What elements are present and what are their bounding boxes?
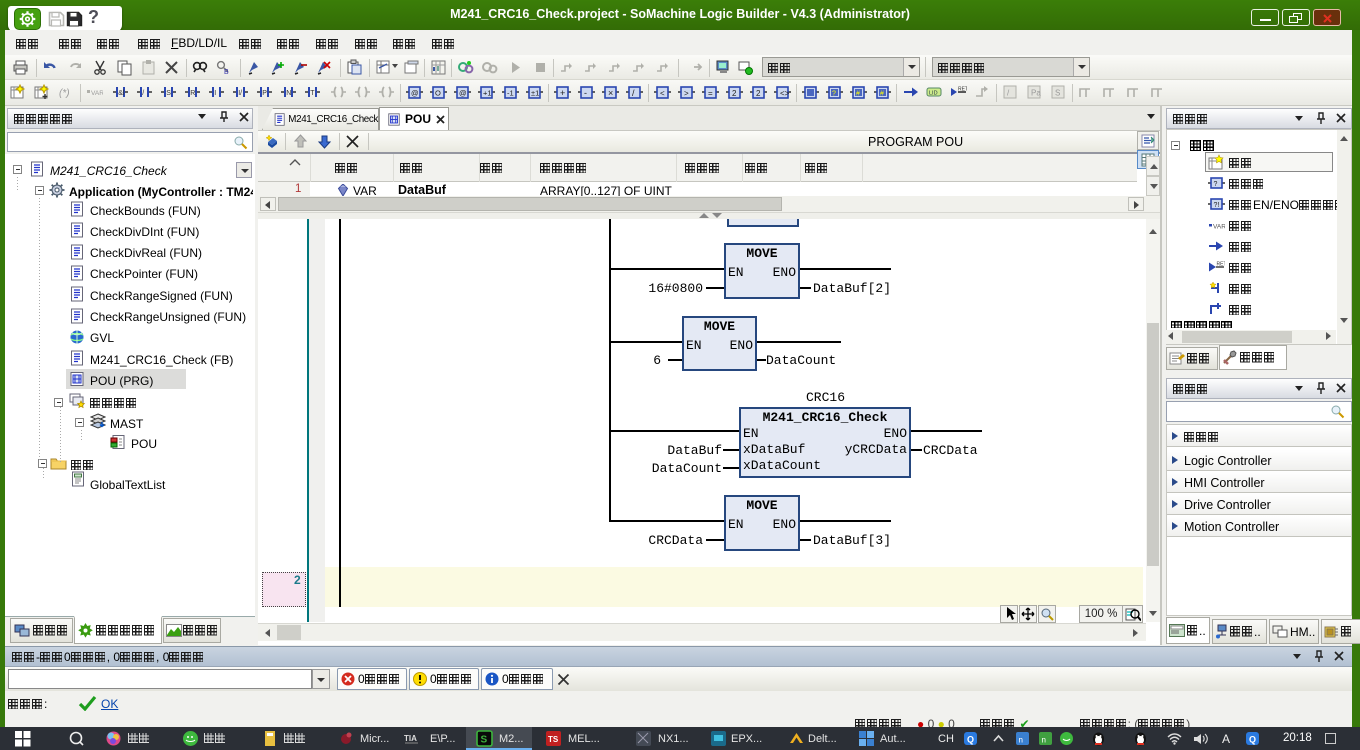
svg-text:LID: LID [929,91,938,97]
svg-text:RET: RET [958,87,967,93]
svg-text:×: × [608,88,613,98]
svg-text:/: / [142,90,144,97]
svg-text:I/: I/ [238,90,242,97]
svg-text:Q: Q [1249,735,1256,745]
svg-text:B: B [224,69,229,76]
svg-text:RET: RET [1217,262,1226,268]
svg-text:>: > [684,89,689,98]
svg-text:#: # [880,91,884,98]
svg-text:O: O [435,89,441,98]
svg-text:-1: -1 [507,89,514,98]
svg-text:=: = [708,89,713,98]
svg-text:TIA: TIA [404,734,417,743]
svg-text:S: S [166,90,171,97]
svg-text:@: @ [459,89,467,98]
svg-text:<>: <> [780,89,790,98]
svg-text:Pa: Pa [1031,89,1041,98]
svg-text:I: I [214,90,216,97]
svg-text:n: n [1019,736,1023,745]
svg-text:S: S [481,735,488,746]
svg-text:Q: Q [967,735,974,745]
svg-text:?!: ?! [1214,202,1220,209]
svg-text:±1: ±1 [531,89,539,98]
svg-text:VAR: VAR [1213,224,1225,231]
svg-text:2: 2 [732,89,737,98]
svg-text:T: T [310,90,315,97]
svg-text:+1: +1 [483,89,492,98]
svg-text:<: < [660,89,665,98]
svg-text:n: n [1042,736,1046,745]
svg-text:R: R [190,90,195,97]
svg-text:(*): (*) [59,88,70,99]
svg-text:@: @ [411,89,419,98]
svg-text:?: ? [1214,181,1218,188]
svg-text:+: + [560,88,565,98]
svg-text:-: - [584,88,587,98]
svg-text:P: P [262,90,267,97]
svg-text:2: 2 [756,89,761,98]
svg-text:&l: &l [118,90,125,97]
svg-text:S: S [1055,89,1060,98]
svg-text:VAR: VAR [91,90,103,97]
svg-text:TS: TS [548,735,559,744]
svg-text:?: ? [832,91,836,98]
svg-text:N: N [286,90,291,97]
svg-text:#: # [856,91,860,98]
